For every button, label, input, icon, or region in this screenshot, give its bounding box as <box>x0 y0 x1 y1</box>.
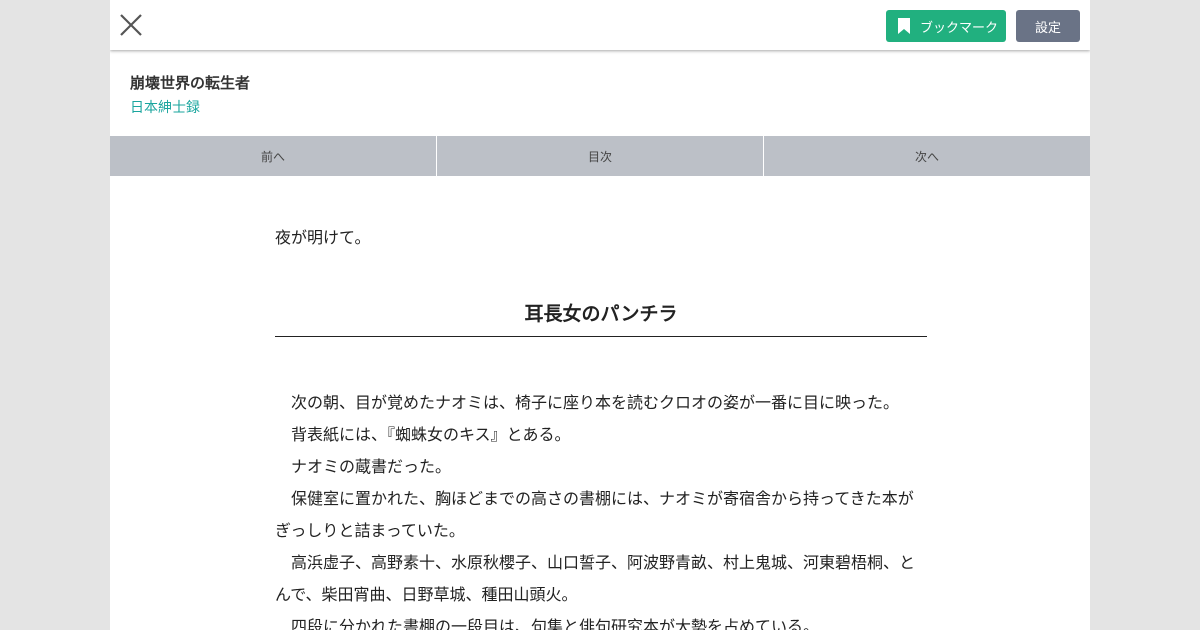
bookmark-button[interactable]: ブックマーク <box>886 10 1006 42</box>
chapter-title: 耳長女のパンチラ <box>275 300 927 337</box>
work-title: 崩壊世界の転生者 <box>130 74 251 92</box>
paragraph: 背表紙には、『蜘蛛女のキス』とある。 <box>291 425 571 444</box>
prev-chapter-button[interactable]: 前へ <box>110 136 436 176</box>
intro-text: 夜が明けて。 <box>275 228 371 247</box>
bookmark-icon <box>898 18 910 34</box>
table-of-contents-button[interactable]: 目次 <box>436 136 763 176</box>
author-link[interactable]: 日本紳士録 <box>130 97 200 117</box>
paragraph: 次の朝、目が覚めたナオミは、椅子に座り本を読むクロオの姿が一番に目に映った。 <box>291 393 900 412</box>
paragraph: 四段に分かれた書棚の一段目は、句集と俳句研究本が大勢を占めている。 <box>291 617 820 630</box>
bookmark-label: ブックマーク <box>920 20 999 36</box>
close-button[interactable] <box>118 12 144 38</box>
close-icon <box>120 14 142 36</box>
next-chapter-button[interactable]: 次へ <box>763 136 1090 176</box>
chapter-body: 次の朝、目が覚めたナオミは、椅子に座り本を読むクロオの姿が一番に目に映った。 背… <box>275 387 927 630</box>
paragraph: 高浜虚子、高野素十、水原秋櫻子、山口誓子、阿波野青畝、村上鬼城、河東碧梧桐、とん… <box>275 553 916 604</box>
reader-page: ブックマーク 設定 崩壊世界の転生者 日本紳士録 前へ 目次 次へ 夜が明けて。… <box>110 0 1090 630</box>
paragraph: ナオミの蔵書だった。 <box>291 457 452 476</box>
settings-label: 設定 <box>1034 20 1061 36</box>
paragraph: 保健室に置かれた、胸ほどまでの高さの書棚には、ナオミが寄宿舎から持ってきた本がぎ… <box>275 489 914 540</box>
settings-button[interactable]: 設定 <box>1016 10 1080 42</box>
chapter-nav: 前へ 目次 次へ <box>110 136 1090 176</box>
chapter-content: 夜が明けて。 耳長女のパンチラ 次の朝、目が覚めたナオミは、椅子に座り本を読むク… <box>275 222 927 630</box>
reader-header: ブックマーク 設定 <box>110 0 1090 50</box>
